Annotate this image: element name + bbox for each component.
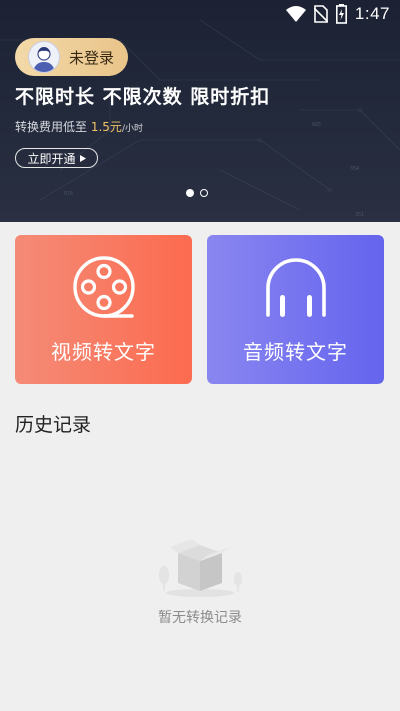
film-reel-icon — [72, 256, 135, 318]
user-avatar-icon — [28, 41, 60, 73]
open-membership-button[interactable]: 立即开通 — [15, 148, 98, 168]
svg-text:685: 685 — [312, 122, 321, 128]
battery-charging-icon — [335, 4, 347, 24]
audio-to-text-label: 音频转文字 — [243, 340, 348, 364]
promo-title: 不限时长 不限次数 限时折扣 — [15, 86, 271, 108]
headphones-icon — [265, 258, 326, 317]
carousel-indicator — [186, 189, 208, 197]
carousel-dot[interactable] — [200, 189, 208, 197]
video-to-text-card[interactable]: 视频转文字 — [15, 235, 192, 384]
login-label: 未登录 — [69, 48, 115, 67]
status-time: 1:47 — [354, 4, 390, 23]
promo-subtitle: 转换费用低至 1.5元/小时 — [15, 118, 143, 135]
promo-price-unit: /小时 — [121, 124, 143, 134]
audio-to-text-card[interactable]: 音频转文字 — [207, 235, 384, 384]
open-membership-label: 立即开通 — [27, 151, 76, 166]
svg-text:351: 351 — [355, 212, 364, 218]
promo-subtitle-text: 转换费用低至 — [15, 120, 88, 134]
svg-text:576: 576 — [64, 191, 73, 197]
wifi-icon — [285, 6, 306, 22]
promo-price: 1.5元 — [90, 120, 122, 134]
login-button[interactable]: 未登录 — [15, 38, 128, 76]
no-sim-icon — [313, 5, 328, 23]
svg-text:354: 354 — [350, 166, 359, 172]
promo-banner[interactable]: 576 685 354 351 1:47 未登录 不限时长 不限次数 限时折扣 … — [0, 0, 400, 222]
empty-box-icon — [159, 539, 242, 597]
play-arrow-icon — [79, 154, 86, 162]
empty-history-text: 暂无转换记录 — [158, 610, 242, 626]
video-to-text-label: 视频转文字 — [51, 340, 156, 364]
empty-history-state: 暂无转换记录 — [0, 535, 400, 626]
carousel-dot-active[interactable] — [186, 189, 194, 197]
history-title: 历史记录 — [15, 414, 92, 436]
status-bar: 1:47 — [0, 0, 400, 30]
